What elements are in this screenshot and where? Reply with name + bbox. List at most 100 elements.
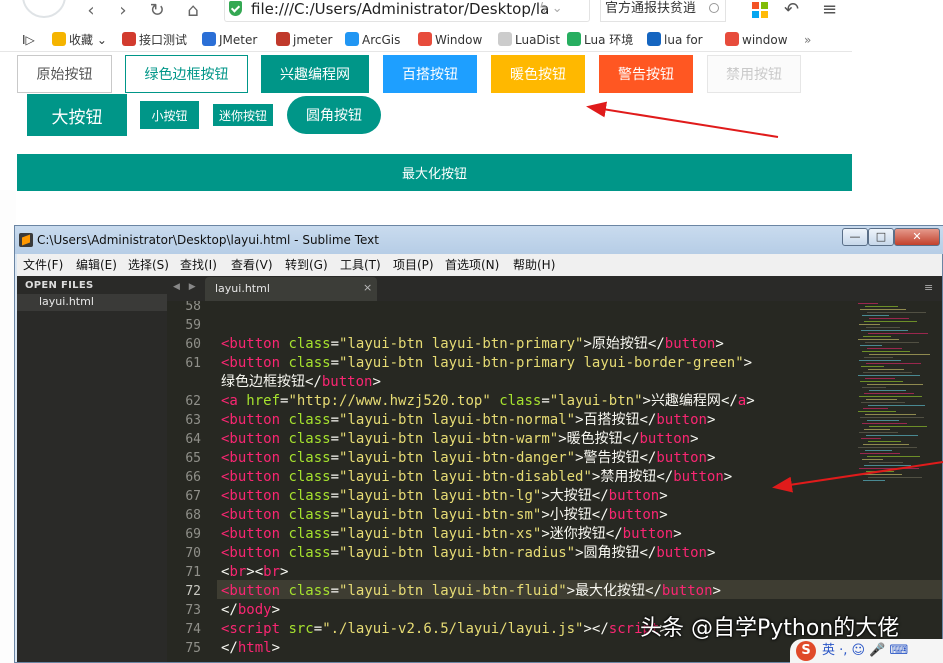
- browser-logo-icon[interactable]: [22, 0, 66, 18]
- menu-edit[interactable]: 编辑(E): [76, 257, 117, 273]
- bookmark-favicon-icon: [647, 32, 661, 46]
- minimap[interactable]: [854, 301, 942, 501]
- minimap-line: [859, 360, 901, 361]
- large-button[interactable]: 大按钮: [27, 94, 127, 136]
- bookmark-label: jmeter: [293, 33, 333, 47]
- small-button[interactable]: 小按钮: [140, 101, 199, 129]
- code-editor[interactable]: 58 59 60 61 62 63 64 65 66 67 68 69 70 7…: [167, 301, 942, 662]
- minimap-line: [865, 342, 919, 343]
- border-green-button[interactable]: 绿色边框按钮: [125, 55, 248, 93]
- line-number: 67: [185, 489, 201, 504]
- search-input[interactable]: 官方通报扶贫逍: [600, 0, 726, 22]
- maximize-button[interactable]: □: [868, 228, 894, 246]
- close-button[interactable]: ✕: [894, 228, 940, 246]
- menu-tools[interactable]: 工具(T): [340, 257, 381, 273]
- bookmark-item[interactable]: JMeter: [202, 32, 257, 48]
- tab-scroll-arrows-icon[interactable]: ◀ ▶: [173, 280, 199, 294]
- minimap-line: [863, 408, 888, 409]
- address-bar[interactable]: file:///C:/Users/Administrator/Desktop/l…: [224, 0, 590, 22]
- home-button[interactable]: ⌂: [182, 0, 204, 26]
- menu-goto[interactable]: 转到(G): [285, 257, 328, 273]
- normal-button[interactable]: 百搭按钮: [383, 55, 477, 93]
- apps-icon[interactable]: [752, 2, 768, 18]
- menu-help[interactable]: 帮助(H): [513, 257, 555, 273]
- bookmark-favicon-icon: [202, 32, 216, 46]
- security-shield-icon: [229, 1, 242, 16]
- minimap-line: [859, 432, 898, 433]
- bookmark-label: 收藏 ⌄: [69, 33, 107, 47]
- bookmark-item[interactable]: Lua 环境: [567, 32, 633, 48]
- minimap-line: [869, 390, 906, 391]
- menu-project[interactable]: 项目(P): [393, 257, 434, 273]
- forward-button[interactable]: ›: [112, 0, 134, 26]
- sublime-titlebar[interactable]: C:\Users\Administrator\Desktop\layui.htm…: [15, 226, 943, 254]
- bookmark-item[interactable]: 接口测试: [122, 32, 187, 48]
- minimap-line: [859, 468, 919, 469]
- primary-button[interactable]: 原始按钮: [17, 55, 112, 93]
- code-line-74: <script src="./layui-v2.6.5/layui/layui.…: [221, 621, 668, 637]
- menu-find[interactable]: 查找(I): [180, 257, 217, 273]
- bookmark-item[interactable]: 收藏 ⌄: [52, 32, 107, 48]
- tab-layui[interactable]: layui.html ×: [205, 277, 377, 301]
- code-line-67: <button class="layui-btn layui-btn-lg">大…: [221, 488, 668, 504]
- minimap-line: [866, 363, 921, 364]
- bookmark-item[interactable]: lua for: [647, 32, 703, 48]
- menu-preferences[interactable]: 首选项(N): [445, 257, 499, 273]
- search-icon[interactable]: [709, 3, 719, 13]
- bookmarks-more-icon[interactable]: »: [804, 32, 811, 48]
- menu-selection[interactable]: 选择(S): [128, 257, 169, 273]
- browser-toolbar: ‹ › ↻ ⌂ file:///C:/Users/Administrator/D…: [0, 0, 852, 28]
- ime-icon[interactable]: S: [796, 641, 816, 661]
- tray-text[interactable]: 英 ·, ☺ 🎤 ⌨: [822, 642, 908, 660]
- minimap-line: [868, 369, 904, 370]
- code-line-61: <button class="layui-btn layui-btn-prima…: [221, 355, 753, 371]
- bookmark-item[interactable]: Window: [418, 32, 482, 48]
- minimize-button[interactable]: —: [842, 228, 868, 246]
- bookmarks-bar: I▷ 收藏 ⌄ 接口测试 JMeter jmeter ArcGis Window LuaDi…: [0, 28, 852, 52]
- bookmark-item[interactable]: window: [725, 32, 788, 48]
- bookmark-item[interactable]: jmeter: [276, 32, 332, 48]
- fluid-button[interactable]: 最大化按钮: [17, 154, 852, 191]
- sidebar-toggle-icon[interactable]: I▷: [22, 32, 35, 48]
- bookmark-label: JMeter: [219, 33, 258, 47]
- minimap-line: [860, 453, 900, 454]
- bookmark-item[interactable]: LuaDist: [498, 32, 560, 48]
- minimap-line: [861, 438, 881, 439]
- minimap-line: [861, 366, 884, 367]
- menu-file[interactable]: 文件(F): [23, 257, 63, 273]
- menu-icon[interactable]: ≡: [822, 0, 837, 20]
- line-number: 63: [185, 413, 201, 428]
- menu-view[interactable]: 查看(V): [231, 257, 273, 273]
- minimap-line: [858, 411, 896, 412]
- minimap-line: [865, 450, 892, 451]
- bookmark-label: LuaDist: [515, 33, 560, 47]
- sidebar-item-layui[interactable]: layui.html: [17, 294, 167, 311]
- window-title: C:\Users\Administrator\Desktop\layui.htm…: [37, 233, 379, 247]
- line-number: 69: [185, 527, 201, 542]
- minimap-line: [868, 333, 928, 334]
- minimap-line: [866, 399, 897, 400]
- code-line-71: <br><br>: [221, 564, 289, 580]
- minimap-line: [867, 348, 902, 349]
- radius-button[interactable]: 圆角按钮: [287, 96, 381, 134]
- bookmark-favicon-icon: [418, 32, 432, 46]
- undo-icon[interactable]: ↶: [784, 0, 799, 20]
- back-button[interactable]: ‹: [80, 0, 102, 26]
- bookmark-favicon-icon: [725, 32, 739, 46]
- address-extra[interactable]: ϟ ⌄: [539, 0, 563, 18]
- mini-button[interactable]: 迷你按钮: [213, 104, 273, 126]
- warm-button[interactable]: 暖色按钮: [491, 55, 585, 93]
- link-button[interactable]: 兴趣编程网: [261, 55, 369, 93]
- tab-menu-icon[interactable]: ≡: [924, 281, 933, 295]
- danger-button[interactable]: 警告按钮: [599, 55, 693, 93]
- tab-close-icon[interactable]: ×: [363, 281, 372, 295]
- code-line-69: <button class="layui-btn layui-btn-xs">迷…: [221, 526, 682, 542]
- minimap-line: [866, 327, 900, 328]
- line-number-gutter: 58 59 60 61 62 63 64 65 66 67 68 69 70 7…: [167, 301, 217, 662]
- minimap-line: [858, 339, 899, 340]
- screen: ‹ › ↻ ⌂ file:///C:/Users/Administrator/D…: [0, 0, 943, 663]
- reload-button[interactable]: ↻: [146, 0, 168, 26]
- minimap-line: [861, 474, 902, 475]
- bookmark-item[interactable]: ArcGis: [345, 32, 400, 48]
- desktop-background: [852, 0, 943, 226]
